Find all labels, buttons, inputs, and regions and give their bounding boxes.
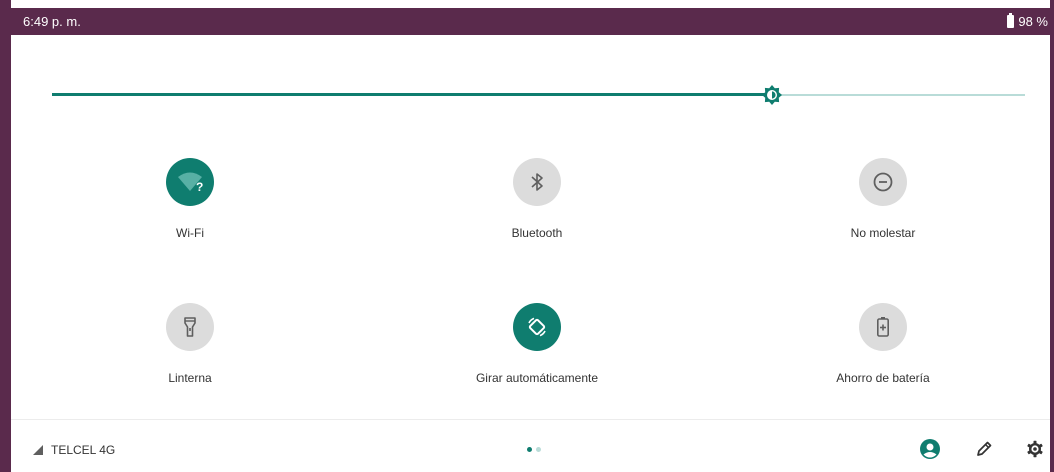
svg-text:?: ? [196,180,203,193]
top-margin [0,0,1054,8]
status-battery: 98 % [1007,13,1048,29]
pencil-icon [977,441,992,456]
page-dot-2[interactable] [536,447,541,452]
gear-icon [1027,440,1043,458]
tile-bluetooth[interactable]: Bluetooth [417,158,657,240]
tile-flashlight-button[interactable] [166,303,214,351]
edit-button[interactable] [973,438,995,460]
tile-battery-saver-button[interactable] [859,303,907,351]
tile-wifi[interactable]: ? Wi-Fi [70,158,310,240]
user-account-button[interactable] [919,438,941,460]
flashlight-icon [184,317,196,337]
do-not-disturb-icon [873,172,893,192]
auto-rotate-icon [528,317,546,337]
tile-wifi-button[interactable]: ? [166,158,214,206]
tile-label: Wi-Fi [176,226,204,240]
brightness-fill [52,93,773,96]
tile-bluetooth-button[interactable] [513,158,561,206]
brightness-slider[interactable] [52,84,1025,106]
quick-settings-footer: TELCEL 4G [11,420,1050,472]
status-time: 6:49 p. m. [23,14,81,29]
page-indicator[interactable] [527,447,541,452]
tile-flashlight[interactable]: Linterna [70,303,310,385]
brightness-thumb[interactable] [761,84,783,106]
tile-label: Bluetooth [511,226,563,240]
page-dot-1[interactable] [527,447,532,452]
status-bar: 6:49 p. m. 98 % [11,8,1050,35]
tile-label: No molestar [850,226,916,240]
tile-auto-rotate-button[interactable] [513,303,561,351]
tile-auto-rotate[interactable]: Girar automáticamente [417,303,657,385]
carrier-info: TELCEL 4G [33,443,115,457]
frame-right-edge [1050,0,1054,472]
frame-left-edge [0,0,11,472]
tile-do-not-disturb[interactable]: No molestar [763,158,1003,240]
battery-percent: 98 % [1018,14,1048,29]
tile-label: Girar automáticamente [475,371,599,385]
wifi-question-icon: ? [178,172,203,193]
brightness-icon [762,85,783,105]
account-circle-icon [920,439,940,459]
tile-label: Ahorro de batería [836,371,930,385]
battery-icon [1007,13,1015,28]
settings-button[interactable] [1024,438,1046,460]
carrier-label: TELCEL 4G [51,443,116,457]
tile-battery-saver[interactable]: Ahorro de batería [763,303,1003,385]
quick-settings-panel: ? Wi-Fi Bluetooth No molestar Linterna G… [11,35,1050,472]
tile-label: Linterna [168,371,212,385]
signal-icon [33,445,43,455]
tile-dnd-button[interactable] [859,158,907,206]
battery-saver-icon [876,317,889,337]
bluetooth-icon [531,173,543,191]
